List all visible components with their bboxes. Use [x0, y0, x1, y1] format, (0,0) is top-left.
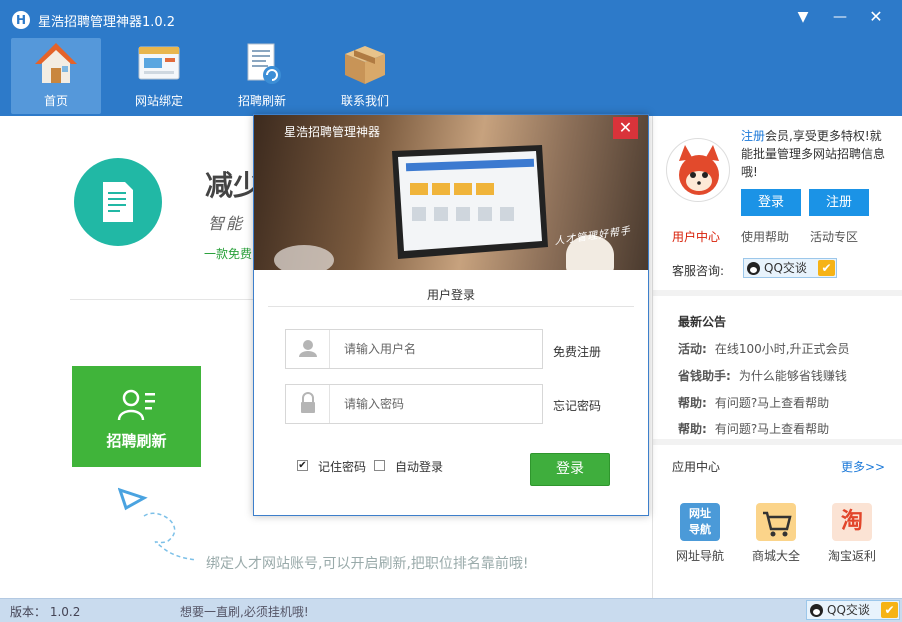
status-message: 想要一直刷,必须挂机哦! — [180, 605, 309, 619]
notice-tag: 帮助: — [678, 422, 707, 436]
close-window-icon[interactable]: ✕ — [862, 6, 890, 28]
web-nav-icon: 网址 导航 — [680, 503, 720, 541]
status-bar: 版本： 1.0.2 想要一直刷,必须挂机哦! QQ交谈 ✔ — [0, 598, 902, 622]
paper-plane-icon — [118, 487, 197, 561]
title-toolbar: H 星浩招聘管理神器1.0.2 ▼ — ✕ 首页 网站绑定 招聘刷新 联系我们 — [0, 0, 902, 116]
shopping-cart-icon — [756, 503, 796, 541]
version-text: 版本： 1.0.2 — [10, 605, 81, 619]
app-center-title: 应用中心 — [672, 460, 721, 474]
divider — [653, 290, 902, 296]
app-logo: H — [12, 11, 30, 29]
app-web-nav[interactable]: 网址 导航 网址导航 — [669, 503, 731, 564]
qq-chat-button-bottom[interactable]: QQ交谈 ✔ — [806, 600, 900, 620]
user-list-icon — [117, 389, 155, 421]
free-register-link[interactable]: 免费注册 — [553, 343, 601, 360]
username-input[interactable] — [344, 340, 534, 358]
qq-penguin-icon — [747, 262, 760, 275]
recruit-refresh-label: 招聘刷新 — [106, 432, 167, 450]
password-field[interactable] — [285, 384, 543, 424]
nav-home[interactable]: 首页 — [11, 38, 101, 114]
help-link[interactable]: 使用帮助 — [741, 228, 789, 245]
browser-window-icon — [138, 46, 180, 80]
check-icon: ✔ — [881, 602, 898, 618]
document-refresh-icon — [247, 43, 281, 84]
nav-recruit-refresh[interactable]: 招聘刷新 — [217, 38, 307, 114]
house-icon — [35, 43, 77, 83]
nav-site-binding-label: 网站绑定 — [134, 94, 183, 108]
app-mall[interactable]: 商城大全 — [745, 503, 807, 564]
login-button[interactable]: 登录 — [741, 189, 801, 216]
password-input[interactable] — [344, 395, 534, 413]
hero-subline: 智能 — [208, 214, 245, 233]
notice-item[interactable]: 帮助: 有问题?马上查看帮助 — [678, 394, 829, 411]
divider — [268, 306, 634, 307]
right-panel: 注册会员,享受更多特权!就能批量管理多网站招聘信息哦! 登录 注册 用户中心 使… — [652, 116, 902, 598]
activity-link[interactable]: 活动专区 — [810, 228, 858, 245]
notice-item[interactable]: 活动: 在线100小时,升正式会员 — [678, 340, 850, 357]
promo-register-link[interactable]: 注册 — [741, 129, 765, 143]
register-button[interactable]: 注册 — [809, 189, 869, 216]
notice-text: 有问题?马上查看帮助 — [714, 396, 830, 410]
divider — [70, 299, 260, 300]
avatar — [666, 138, 730, 202]
username-field[interactable] — [285, 329, 543, 369]
minimize-icon[interactable]: — — [826, 6, 854, 28]
remember-password-label: 记住密码 — [318, 460, 367, 474]
divider — [653, 439, 902, 445]
notice-text: 为什么能够省钱赚钱 — [738, 369, 847, 383]
member-promo: 注册会员,享受更多特权!就能批量管理多网站招聘信息哦! — [741, 127, 893, 181]
app-web-nav-label: 网址导航 — [675, 549, 724, 563]
more-apps-link[interactable]: 更多>> — [841, 458, 885, 475]
login-dialog: 人才管理好帮手 星浩招聘管理神器 ✕ 用户登录 免费注册 忘记密码 ✔ 记住密码… — [253, 114, 649, 516]
notice-tag: 活动: — [678, 342, 707, 356]
taobao-icon: 淘 — [832, 503, 872, 541]
nav-site-binding[interactable]: 网站绑定 — [114, 38, 204, 114]
dropdown-menu-icon[interactable]: ▼ — [789, 6, 817, 28]
notice-title: 最新公告 — [678, 315, 727, 329]
decorative-object — [274, 245, 334, 270]
dialog-title: 星浩招聘管理神器 — [284, 125, 381, 139]
check-icon: ✔ — [818, 260, 835, 276]
notice-item[interactable]: 省钱助手: 为什么能够省钱赚钱 — [678, 367, 847, 384]
recruit-refresh-tile[interactable]: 招聘刷新 — [72, 366, 201, 467]
document-circle-icon — [74, 158, 162, 246]
forgot-password-link[interactable]: 忘记密码 — [553, 397, 601, 414]
nav-recruit-refresh-label: 招聘刷新 — [237, 94, 286, 108]
nav-home-label: 首页 — [43, 94, 68, 108]
lock-icon — [286, 385, 330, 423]
notice-tag: 省钱助手: — [678, 369, 731, 383]
qq-chat-label: QQ交谈 — [764, 261, 807, 275]
notice-tag: 帮助: — [678, 396, 707, 410]
window-title: 星浩招聘管理神器1.0.2 — [38, 15, 176, 30]
auto-login-checkbox[interactable] — [374, 460, 385, 471]
dialog-login-button[interactable]: 登录 — [530, 453, 610, 486]
app-taobao-rebate[interactable]: 淘 淘宝返利 — [821, 503, 883, 564]
app-mall-label: 商城大全 — [751, 549, 800, 563]
nav-contact-us[interactable]: 联系我们 — [320, 38, 410, 114]
notice-text: 在线100小时,升正式会员 — [714, 342, 850, 356]
binding-hint-text: 绑定人才网站账号,可以开启刷新,把职位排名靠前哦! — [206, 556, 529, 572]
close-icon[interactable]: ✕ — [613, 117, 638, 139]
notice-text: 有问题?马上查看帮助 — [714, 422, 830, 436]
notice-item[interactable]: 帮助: 有问题?马上查看帮助 — [678, 420, 829, 437]
laptop-illustration — [392, 145, 548, 259]
remember-password-checkbox[interactable]: ✔ — [297, 460, 308, 471]
nav-contact-us-label: 联系我们 — [340, 94, 389, 108]
auto-login-label: 自动登录 — [395, 460, 444, 474]
dialog-hero-image: 人才管理好帮手 星浩招聘管理神器 ✕ — [254, 115, 648, 270]
service-label: 客服咨询: — [672, 264, 725, 278]
login-heading: 用户登录 — [426, 288, 475, 302]
qq-chat-button[interactable]: QQ交谈 ✔ — [743, 258, 837, 278]
package-box-icon — [345, 46, 385, 84]
qq-chat-label: QQ交谈 — [827, 603, 870, 617]
user-icon — [286, 330, 330, 368]
app-taobao-rebate-label: 淘宝返利 — [827, 549, 876, 563]
user-center-link[interactable]: 用户中心 — [672, 228, 720, 245]
hero-green-text: 一款免费 — [204, 247, 253, 261]
qq-penguin-icon — [810, 604, 823, 617]
